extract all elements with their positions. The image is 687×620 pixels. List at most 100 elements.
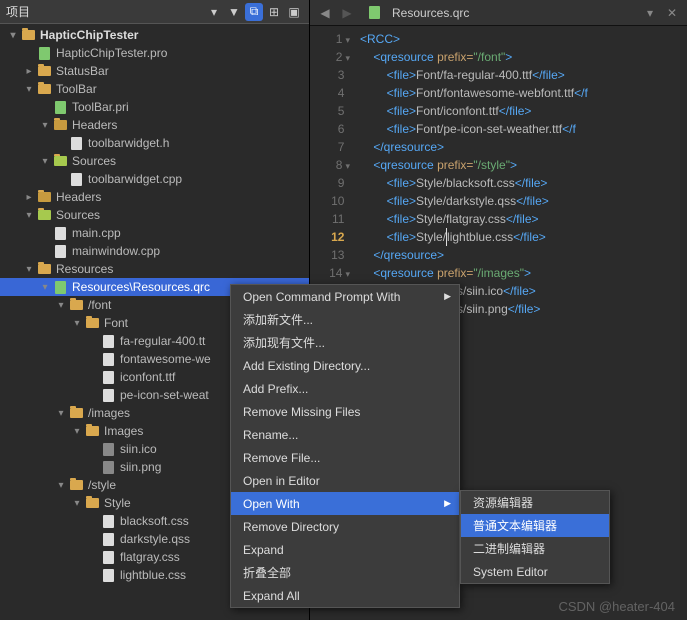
tree-item-13[interactable]: ▾Resources [0, 260, 309, 278]
menu-item-7[interactable]: Remove File... [231, 446, 459, 469]
tree-arrow-icon[interactable]: ▾ [22, 264, 36, 275]
tree-arrow-icon[interactable]: ▾ [22, 210, 36, 221]
tree-arrow-icon[interactable]: ▾ [38, 120, 52, 131]
gutter-line-1[interactable]: 1▾ [310, 30, 350, 48]
context-submenu[interactable]: 资源编辑器普通文本编辑器二进制编辑器 System Editor [460, 490, 610, 584]
code-line-2[interactable]: <qresource prefix="/font"> [360, 48, 687, 66]
gutter-line-6[interactable]: 6 [310, 120, 350, 138]
tree-item-label: /style [88, 478, 116, 492]
tree-arrow-icon[interactable]: ▾ [38, 156, 52, 167]
gutter-line-9[interactable]: 9 [310, 174, 350, 192]
tab-menu-icon[interactable]: ▾ [639, 2, 661, 24]
menu-label: Open Command Prompt With [243, 290, 400, 304]
menu-item-13[interactable]: Expand All [231, 584, 459, 607]
menu-item-6[interactable]: Rename... [231, 423, 459, 446]
close-tab-icon[interactable]: ✕ [661, 2, 683, 24]
tree-arrow-icon[interactable]: ▾ [70, 498, 84, 509]
gutter-line-12[interactable]: 12 [310, 228, 350, 246]
tree-item-label: flatgray.css [120, 550, 180, 564]
code-line-6[interactable]: <file>Font/pe-icon-set-weather.ttf</f [360, 120, 687, 138]
tree-arrow-icon[interactable]: ▾ [6, 30, 20, 41]
menu-item-2[interactable]: 添加现有文件... [231, 331, 459, 354]
menu-item-4[interactable]: Add Prefix... [231, 377, 459, 400]
file-icon [100, 388, 116, 402]
tree-item-label: Sources [56, 208, 100, 222]
submenu-label: System Editor [473, 565, 548, 579]
context-menu[interactable]: Open Command Prompt With▶添加新文件...添加现有文件.… [230, 284, 460, 608]
tree-arrow-icon[interactable]: ▾ [54, 408, 68, 419]
gutter-line-4[interactable]: 4 [310, 84, 350, 102]
funnel-icon[interactable]: ▼ [225, 3, 243, 21]
code-line-1[interactable]: <RCC> [360, 30, 687, 48]
tree-item-10[interactable]: ▾ Sources [0, 206, 309, 224]
gutter-line-8[interactable]: 8▾ [310, 156, 350, 174]
gutter-line-3[interactable]: 3 [310, 66, 350, 84]
tree-item-12[interactable]: mainwindow.cpp [0, 242, 309, 260]
tree-item-label: Images [104, 424, 143, 438]
code-line-13[interactable]: </qresource> [360, 246, 687, 264]
code-line-11[interactable]: <file>Style/flatgray.css</file> [360, 210, 687, 228]
submenu-arrow-icon: ▶ [444, 498, 451, 509]
tree-item-2[interactable]: ▸StatusBar [0, 62, 309, 80]
menu-item-3[interactable]: Add Existing Directory... [231, 354, 459, 377]
folder-c-icon [52, 154, 68, 168]
menu-item-0[interactable]: Open Command Prompt With▶ [231, 285, 459, 308]
gutter-line-13[interactable]: 13 [310, 246, 350, 264]
tree-item-8[interactable]: toolbarwidget.cpp [0, 170, 309, 188]
link-icon[interactable]: ⧉ [245, 3, 263, 21]
tree-item-11[interactable]: main.cpp [0, 224, 309, 242]
menu-item-5[interactable]: Remove Missing Files [231, 400, 459, 423]
menu-item-10[interactable]: Remove Directory [231, 515, 459, 538]
filter-icon[interactable]: ▾ [205, 3, 223, 21]
code-line-8[interactable]: <qresource prefix="/style"> [360, 156, 687, 174]
tree-item-9[interactable]: ▸ Headers [0, 188, 309, 206]
tree-item-0[interactable]: ▾HapticChipTester [0, 26, 309, 44]
code-line-10[interactable]: <file>Style/darkstyle.qss</file> [360, 192, 687, 210]
gutter-line-10[interactable]: 10 [310, 192, 350, 210]
pro-icon [52, 100, 68, 114]
code-line-7[interactable]: </qresource> [360, 138, 687, 156]
tree-arrow-icon[interactable]: ▸ [22, 66, 36, 77]
gutter-line-11[interactable]: 11 [310, 210, 350, 228]
menu-item-9[interactable]: Open With▶ [231, 492, 459, 515]
tree-arrow-icon[interactable]: ▾ [70, 318, 84, 329]
code-line-9[interactable]: <file>Style/blacksoft.css</file> [360, 174, 687, 192]
tree-arrow-icon[interactable]: ▾ [38, 282, 52, 293]
active-tab[interactable]: Resources.qrc [366, 6, 469, 20]
tree-item-3[interactable]: ▾ToolBar [0, 80, 309, 98]
gutter-line-14[interactable]: 14▾ [310, 264, 350, 282]
submenu-item-0[interactable]: 资源编辑器 [461, 491, 609, 514]
gutter-line-2[interactable]: 2▾ [310, 48, 350, 66]
tree-item-1[interactable]: HapticChipTester.pro [0, 44, 309, 62]
collapse-icon[interactable]: ▣ [285, 3, 303, 21]
tree-item-7[interactable]: ▾Sources [0, 152, 309, 170]
code-line-5[interactable]: <file>Font/iconfont.ttf</file> [360, 102, 687, 120]
tree-arrow-icon[interactable]: ▾ [22, 84, 36, 95]
tree-arrow-icon[interactable]: ▾ [54, 300, 68, 311]
tree-item-label: Headers [56, 190, 101, 204]
code-line-3[interactable]: <file>Font/fa-regular-400.ttf</file> [360, 66, 687, 84]
code-line-12[interactable]: <file>Style/ lightblue.css</file> [360, 228, 687, 246]
tree-arrow-icon[interactable]: ▾ [70, 426, 84, 437]
tree-item-4[interactable]: ToolBar.pri [0, 98, 309, 116]
tree-arrow-icon[interactable]: ▾ [54, 480, 68, 491]
submenu-item-1[interactable]: 普通文本编辑器 [461, 514, 609, 537]
gutter-line-7[interactable]: 7 [310, 138, 350, 156]
pro-icon [36, 46, 52, 60]
code-line-14[interactable]: <qresource prefix="/images"> [360, 264, 687, 282]
nav-back-icon[interactable]: ◀ [314, 2, 336, 24]
add-icon[interactable]: ⊞ [265, 3, 283, 21]
menu-item-1[interactable]: 添加新文件... [231, 308, 459, 331]
tree-arrow-icon[interactable]: ▸ [22, 192, 36, 203]
menu-item-8[interactable]: Open in Editor [231, 469, 459, 492]
tree-item-6[interactable]: toolbarwidget.h [0, 134, 309, 152]
submenu-item-2[interactable]: 二进制编辑器 [461, 537, 609, 560]
menu-item-12[interactable]: 折叠全部 [231, 561, 459, 584]
tree-item-label: main.cpp [72, 226, 121, 240]
code-line-4[interactable]: <file>Font/fontawesome-webfont.ttf</f [360, 84, 687, 102]
tree-item-5[interactable]: ▾Headers [0, 116, 309, 134]
nav-forward-icon[interactable]: ▶ [336, 2, 358, 24]
menu-item-11[interactable]: Expand [231, 538, 459, 561]
gutter-line-5[interactable]: 5 [310, 102, 350, 120]
submenu-item-3[interactable]: System Editor [461, 560, 609, 583]
